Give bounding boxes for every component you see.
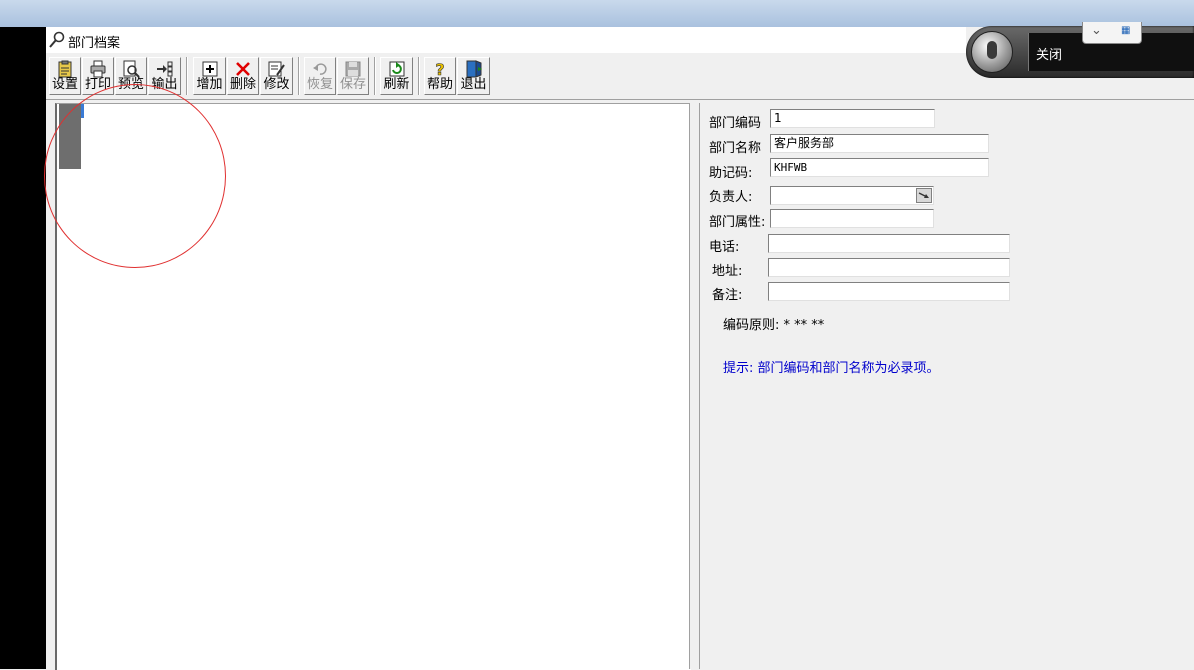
address-label: 地址: [712, 264, 743, 279]
toolbar-separator [186, 57, 188, 95]
export-label: 输出 [151, 77, 178, 92]
grid-icon[interactable]: ▦ [1121, 25, 1130, 36]
picker-arrow-icon [918, 192, 929, 198]
screen-left-black-area [0, 27, 46, 669]
dept-code-label: 部门编码 [709, 116, 762, 131]
add-button[interactable]: 增加 [193, 57, 226, 95]
restore-label: 恢复 [306, 77, 333, 92]
edit-label: 修改 [263, 77, 290, 92]
phone-field[interactable] [768, 234, 1010, 253]
manager-picker-button[interactable] [916, 188, 932, 203]
chevron-down-icon[interactable]: ⌄ [1091, 23, 1102, 38]
dept-code-field[interactable]: 1 [770, 109, 935, 128]
required-hint-text: 提示: 部门编码和部门名称为必录项。 [723, 361, 940, 376]
tree-root-node[interactable] [59, 104, 84, 169]
delete-label: 删除 [229, 77, 256, 92]
screen-top-band [0, 0, 1194, 27]
manager-field[interactable] [770, 186, 934, 205]
remark-label: 备注: [712, 288, 743, 303]
print-button[interactable]: 打印 [82, 57, 114, 95]
help-label: 帮助 [426, 77, 453, 92]
remark-field[interactable] [768, 282, 1010, 301]
attribute-field[interactable] [770, 209, 934, 228]
add-label: 增加 [196, 77, 223, 92]
dept-archive-window: 部门档案 设置 打印 预览 输出 增加 删除 修改 恢复 保存 刷新 ? 帮助 … [44, 27, 1194, 670]
tree-selection-marker [81, 104, 84, 118]
help-button[interactable]: ? 帮助 [424, 57, 456, 95]
manager-label: 负责人: [709, 190, 753, 205]
voice-close-label[interactable]: 关闭 [1036, 44, 1062, 63]
save-button[interactable]: 保存 [337, 57, 369, 95]
edit-button[interactable]: 修改 [260, 57, 293, 95]
restore-button[interactable]: 恢复 [304, 57, 336, 95]
preview-button[interactable]: 预览 [115, 57, 147, 95]
settings-label: 设置 [51, 77, 78, 92]
settings-button[interactable]: 设置 [49, 57, 81, 95]
panel-splitter[interactable] [689, 103, 700, 669]
microphone-icon[interactable] [971, 31, 1013, 73]
toolbar-separator [374, 57, 376, 95]
exit-button[interactable]: 退出 [457, 57, 490, 95]
window-title: 部门档案 [68, 36, 121, 51]
address-field[interactable] [768, 258, 1010, 277]
voice-bar-tab[interactable]: ⌄ ▦ [1082, 22, 1142, 44]
magnifier-icon [49, 31, 65, 48]
phone-label: 电话: [709, 240, 740, 255]
toolbar-separator [298, 57, 300, 95]
delete-button[interactable]: 删除 [227, 57, 259, 95]
dept-name-label: 部门名称 [709, 141, 762, 156]
attribute-label: 部门属性: [709, 215, 766, 230]
code-rule-text: 编码原则: * ** ** [723, 318, 825, 333]
department-tree-panel[interactable] [55, 103, 691, 670]
refresh-label: 刷新 [383, 77, 410, 92]
mnemonic-field[interactable]: KHFWB [770, 158, 989, 177]
title-bar: 部门档案 [46, 27, 966, 53]
exit-label: 退出 [460, 77, 487, 92]
voice-assistant-bar: 关闭 ⌄ ▦ [966, 22, 1194, 78]
toolbar-separator [418, 57, 420, 95]
refresh-button[interactable]: 刷新 [380, 57, 413, 95]
print-label: 打印 [84, 77, 111, 92]
export-button[interactable]: 输出 [148, 57, 181, 95]
mnemonic-label: 助记码: [709, 166, 753, 181]
dept-name-field[interactable]: 客户服务部 [770, 134, 989, 153]
save-label: 保存 [339, 77, 366, 92]
preview-label: 预览 [117, 77, 144, 92]
